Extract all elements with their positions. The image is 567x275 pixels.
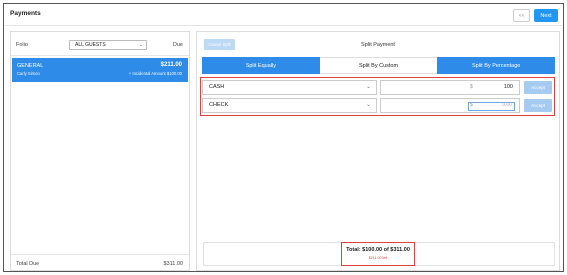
chevron-down-icon: ⌄ [365, 84, 371, 90]
tab-split-by-percentage[interactable]: Split By Percentage [437, 57, 556, 74]
folio-header: Folio ALL GUESTS ⌄ Due [11, 32, 189, 56]
split-payment-panel: Cancel Split Split Payment Split Equally… [196, 31, 560, 271]
payment-method-value: CASH [209, 84, 225, 90]
back-button[interactable]: << [513, 9, 530, 22]
accept-button[interactable]: Accept [524, 81, 552, 94]
folio-label: Folio [16, 42, 28, 48]
split-total-text: Total: $100.00 of $311.00 [346, 247, 410, 253]
next-button[interactable]: Next [534, 9, 558, 22]
payment-rows-highlight: CASH ⌄ $ 100 Accept CHECK ⌄ $ 0.00 Accep… [200, 77, 555, 116]
chevron-down-icon: ⌄ [138, 42, 143, 48]
guest-filter-select[interactable]: ALL GUESTS ⌄ [69, 40, 147, 50]
payment-method-select[interactable]: CASH ⌄ [202, 80, 377, 95]
folio-amount: $211.00 [160, 62, 182, 68]
payment-amount-input[interactable]: $ 100 [380, 80, 520, 95]
folio-incidental-note: + Incidental Amount $100.00 [128, 71, 182, 76]
guest-filter-value: ALL GUESTS [75, 42, 106, 48]
folio-guest-name: Carly Simon [17, 71, 40, 76]
payment-method-select[interactable]: CHECK ⌄ [202, 98, 377, 113]
payment-amount-input[interactable]: $ 0.00 [380, 98, 520, 113]
total-summary-highlight: Total: $100.00 of $311.00 $211.00 left [341, 242, 415, 266]
currency-symbol: $ [470, 102, 473, 108]
due-label: Due [172, 42, 183, 48]
header-divider [5, 25, 562, 26]
payment-amount-placeholder: 0.00 [502, 102, 512, 108]
currency-symbol: $ [470, 84, 473, 90]
payment-row: CASH ⌄ $ 100 Accept [202, 80, 553, 95]
total-due-label: Total Due [16, 261, 40, 267]
split-payment-title: Split Payment [361, 42, 395, 48]
folio-name: GENERAL [17, 63, 44, 69]
folio-panel: Folio ALL GUESTS ⌄ Due GENERAL $211.00 C… [10, 31, 190, 271]
payment-method-value: CHECK [209, 102, 229, 108]
folio-row-general[interactable]: GENERAL $211.00 Carly Simon + Incidental… [12, 58, 188, 82]
split-mode-tabs: Split Equally Split By Custom Split By P… [202, 57, 556, 74]
tab-split-by-custom[interactable]: Split By Custom [319, 57, 438, 74]
chevron-down-icon: ⌄ [365, 102, 371, 108]
accept-button[interactable]: Accept [524, 99, 552, 112]
payment-row: CHECK ⌄ $ 0.00 Accept [202, 98, 553, 113]
tab-split-equally[interactable]: Split Equally [202, 57, 320, 74]
split-remaining-text: $211.00 left [368, 256, 388, 260]
page-title: Payments [10, 10, 41, 17]
total-due-value: $311.00 [163, 261, 183, 267]
payment-amount-value: 100 [503, 84, 513, 90]
payments-window: Payments << Next Folio ALL GUESTS ⌄ Due … [3, 3, 564, 272]
total-due-footer: Total Due $311.00 [11, 254, 189, 270]
